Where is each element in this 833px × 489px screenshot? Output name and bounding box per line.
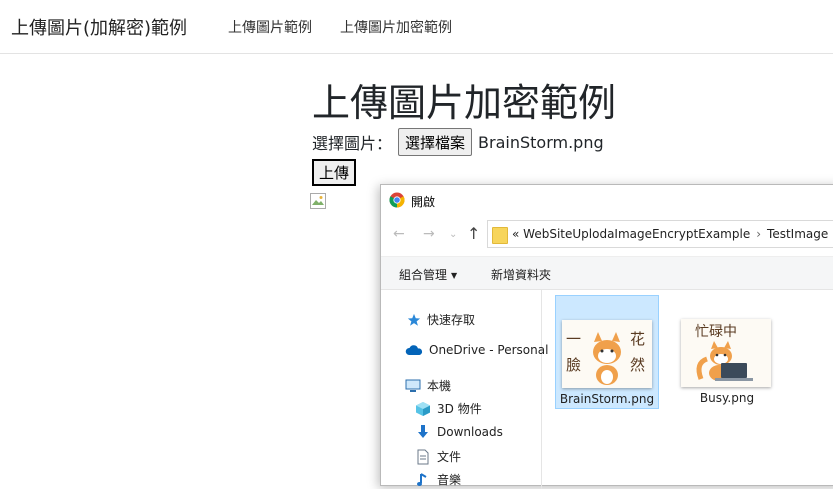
address-segment[interactable]: WebSiteUplodaImageEncryptExample [523,227,750,241]
address-box[interactable]: « WebSiteUplodaImageEncryptExample › TestI… [487,220,833,248]
brainstorm-thumbnail: 一 花 臉 然 [562,320,652,388]
thumb-text: 臉 [566,356,581,374]
choose-file-button[interactable]: 選擇檔案 [398,128,473,156]
command-bar: 組合管理 ▼ 新增資料夾 [381,256,833,290]
nav-item-label: 3D 物件 [437,402,482,416]
open-file-dialog: 開啟 ← → ⌄ ↑ « WebSiteUplodaImageEncryptEx… [380,184,833,489]
broken-image-icon [310,193,326,209]
file-name-label: BrainStorm.png [559,392,655,406]
nav-item-music[interactable]: 音樂 [415,471,461,488]
file-select-row: 選擇圖片： 選擇檔案 BrainStorm.png [312,127,604,157]
file-name-label: Busy.png [699,391,755,405]
music-icon [417,472,427,486]
selected-file-name: BrainStorm.png [478,132,604,152]
busy-thumbnail: 忙碌中 [681,319,771,387]
star-icon [407,313,421,326]
thumb-text: 然 [630,356,645,374]
download-icon [418,425,428,438]
navigation-pane: 快速存取 OneDrive - Personal 本機 3D 物件 Downlo… [381,289,548,489]
address-overflow[interactable]: « [512,227,519,241]
cube-icon [416,401,430,416]
navbar-brand[interactable]: 上傳圖片(加解密)範例 [11,14,187,40]
top-navbar: 上傳圖片(加解密)範例 上傳圖片範例 上傳圖片加密範例 [0,0,833,54]
thumb-text: 忙碌中 [695,324,737,340]
file-tile-brainstorm[interactable]: 一 花 臉 然 BrainStorm.png [555,295,659,409]
dialog-titlebar[interactable]: 開啟 [381,185,833,215]
nav-item-label: 快速存取 [427,313,476,327]
cloud-icon [405,345,423,355]
upload-button[interactable]: 上傳 [312,159,357,186]
nav-link-upload-image[interactable]: 上傳圖片範例 [228,17,312,37]
organize-button[interactable]: 組合管理 ▼ [399,266,457,283]
thumb-text: 花 [630,330,645,348]
forward-arrow-icon[interactable]: → [423,226,435,242]
nav-item-label: Downloads [437,425,503,439]
new-folder-button[interactable]: 新增資料夾 [491,266,551,283]
nav-item-onedrive[interactable]: OneDrive - Personal [405,343,548,357]
nav-item-label: 本機 [427,379,452,393]
nav-item-documents[interactable]: 文件 [415,448,461,465]
address-segment[interactable]: TestImage [767,227,828,241]
dialog-title: 開啟 [411,195,436,209]
file-label: 選擇圖片： [312,134,393,153]
nav-item-3d-objects[interactable]: 3D 物件 [415,400,482,417]
nav-link-upload-encrypt[interactable]: 上傳圖片加密範例 [340,17,452,37]
address-path: « WebSiteUplodaImageEncryptExample › TestI… [512,227,828,241]
chevron-right-icon: › [756,227,762,241]
nav-item-this-pc[interactable]: 本機 [405,377,451,394]
fox-thinking-image: 一 花 臉 然 [562,320,652,388]
organize-label: 組合管理 [399,268,448,282]
recent-dropdown-icon[interactable]: ⌄ [449,229,457,240]
folder-icon [492,227,508,244]
nav-item-label: 文件 [437,450,462,464]
document-icon [417,449,429,464]
file-tile-busy[interactable]: 忙碌中 Busy.png [675,295,779,409]
nav-item-label: OneDrive - Personal [429,343,549,357]
nav-item-quick-access[interactable]: 快速存取 [407,311,475,328]
chrome-icon [389,192,405,208]
page-title: 上傳圖片加密範例 [312,81,617,125]
address-bar-row: ← → ⌄ ↑ « WebSiteUplodaImageEncryptExamp… [381,218,833,252]
caret-down-icon: ▼ [451,271,458,280]
nav-item-label: 音樂 [437,473,462,487]
file-list: 一 花 臉 然 BrainStorm.png 忙碌中 Busy.png [541,289,833,489]
nav-item-downloads[interactable]: Downloads [415,424,503,440]
up-arrow-icon[interactable]: ↑ [467,224,480,243]
computer-icon [405,379,421,392]
back-arrow-icon[interactable]: ← [393,226,405,242]
fox-laptop-image: 忙碌中 [681,319,771,387]
thumb-text: 一 [566,330,581,348]
